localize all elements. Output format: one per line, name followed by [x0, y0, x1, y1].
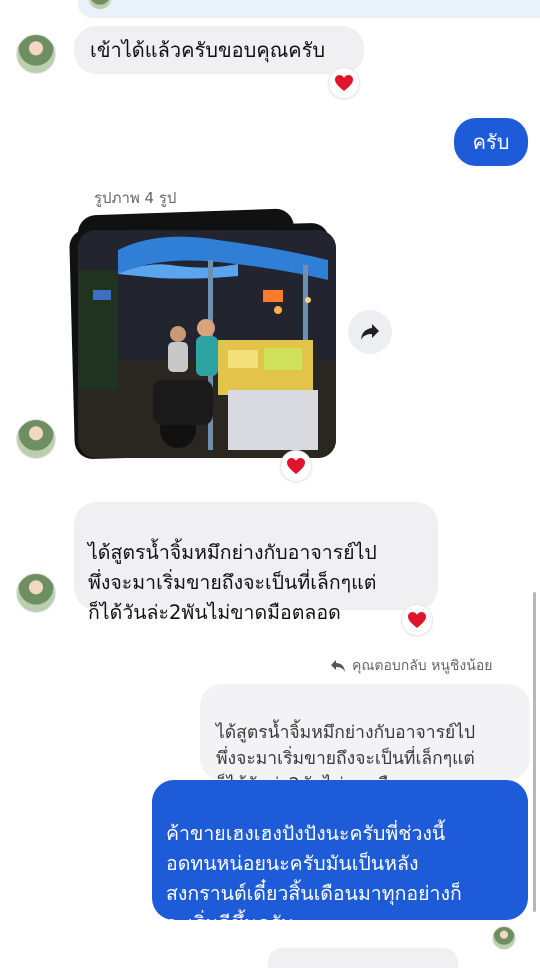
avatar[interactable]	[16, 573, 56, 613]
reply-icon	[331, 660, 345, 672]
next-message-fragment	[268, 948, 458, 968]
reply-header: คุณตอบกลับ หนูชิงน้อย	[330, 655, 492, 677]
outgoing-message-bubble[interactable]: ครับ	[454, 118, 528, 166]
reply-header-text: คุณตอบกลับ หนูชิงน้อย	[352, 658, 493, 674]
forward-button[interactable]	[348, 310, 392, 354]
photo-count-label: รูปภาพ 4 รูป	[94, 189, 177, 207]
street-food-cart-image	[78, 230, 336, 458]
reaction-heart[interactable]	[401, 604, 433, 636]
outgoing-message-bubble[interactable]: ค้าขายเฮงเฮงปังปังนะครับพี่ช่วงนี้ อดทนห…	[152, 780, 528, 935]
reaction-heart[interactable]	[328, 67, 360, 99]
incoming-message-bubble[interactable]: ได้สูตรน้ำจิ้มหมึกย่างกับอาจารย์ไป พึ่งจ…	[74, 502, 438, 624]
avatar[interactable]	[16, 34, 56, 74]
quoted-message[interactable]: ได้สูตรน้ำจิ้มหมึกย่างกับอาจารย์ไป พึ่งจ…	[200, 684, 530, 795]
reaction-heart[interactable]	[280, 450, 312, 482]
previous-message-fragment	[78, 0, 540, 18]
message-text: เข้าได้แล้วครับขอบคุณครับ	[90, 38, 326, 62]
scrollbar[interactable]	[533, 592, 536, 912]
photo-thumbnail[interactable]	[78, 230, 336, 458]
seen-avatar	[492, 926, 516, 950]
message-text: ได้สูตรน้ำจิ้มหมึกย่างกับอาจารย์ไป พึ่งจ…	[88, 541, 377, 624]
avatar[interactable]	[16, 419, 56, 459]
heart-icon	[335, 75, 353, 91]
message-text: ค้าขายเฮงเฮงปังปังนะครับพี่ช่วงนี้ อดทนห…	[166, 822, 462, 935]
photo-album[interactable]	[69, 208, 340, 462]
heart-icon	[408, 612, 426, 628]
forward-icon	[361, 324, 379, 340]
heart-icon	[287, 458, 305, 474]
incoming-message-bubble[interactable]: เข้าได้แล้วครับขอบคุณครับ	[74, 26, 364, 74]
message-text: ครับ	[472, 130, 510, 154]
